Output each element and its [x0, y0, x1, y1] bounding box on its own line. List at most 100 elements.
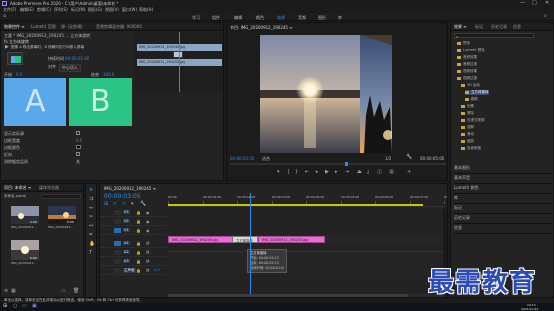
- program-video-frame[interactable]: [260, 35, 392, 153]
- effects-tree-item[interactable]: 滑动: [461, 132, 474, 137]
- track-header[interactable]: A2 🔒 M: [100, 249, 166, 257]
- side-panel-header[interactable]: 库: [454, 195, 552, 204]
- effects-tree-item[interactable]: 音频效果: [457, 55, 477, 60]
- track-target-toggle[interactable]: [114, 250, 121, 255]
- side-panel-header[interactable]: 基本声音: [454, 175, 552, 184]
- eye-icon[interactable]: ◉: [146, 219, 150, 224]
- effects-tree-item[interactable]: 沉浸式视频: [461, 118, 485, 123]
- tile-b[interactable]: B: [69, 78, 132, 126]
- start-value[interactable]: 0.0: [16, 72, 22, 77]
- timeline-transition[interactable]: 立方体旋转: [232, 236, 258, 243]
- taskbar-taskview-icon[interactable]: ▭: [22, 304, 27, 309]
- track-target-toggle[interactable]: [114, 241, 121, 246]
- track-header[interactable]: A3 🔒 M: [100, 258, 166, 266]
- tab-history[interactable]: 历史记录: [491, 24, 507, 30]
- side-panel-header[interactable]: 基本图形: [454, 165, 552, 174]
- step-back-icon[interactable]: ◂: [315, 170, 318, 175]
- work-area-bar[interactable]: [168, 204, 423, 206]
- tab-lumetri-scopes[interactable]: Lumetri 范围: [31, 24, 56, 30]
- tab-media-browser[interactable]: 媒体浏览器: [39, 185, 59, 191]
- workspace-effects[interactable]: 效果: [277, 15, 285, 21]
- step-forward-icon[interactable]: ▸: [335, 170, 338, 175]
- end-value[interactable]: 100.0: [103, 72, 114, 77]
- effects-search-input[interactable]: ⌕: [454, 33, 534, 39]
- mark-out-icon[interactable]: }: [295, 170, 298, 175]
- program-scrub-bar[interactable]: [230, 162, 446, 166]
- mini-transition[interactable]: [173, 51, 183, 58]
- side-panel-header[interactable]: 信息: [454, 225, 552, 234]
- program-fit-dropdown[interactable]: 适合: [262, 156, 270, 162]
- export-frame-icon[interactable]: ◫: [377, 170, 382, 175]
- effects-tree-item[interactable]: 擦除: [461, 111, 474, 116]
- program-playhead-marker[interactable]: [345, 162, 348, 166]
- timeline-timecode[interactable]: 00:00:03:05: [104, 193, 141, 200]
- workspace-graphics[interactable]: 图形: [318, 15, 326, 21]
- pen-tool-icon[interactable]: ✒: [89, 233, 93, 238]
- antialias-dropdown[interactable]: 关: [76, 159, 80, 165]
- tab-markers[interactable]: 标记: [475, 24, 483, 30]
- border-color-swatch[interactable]: [76, 145, 81, 149]
- list-view-icon[interactable]: ≡: [4, 289, 8, 294]
- track-target-toggle[interactable]: [114, 210, 121, 215]
- duration-value[interactable]: 00:00:01:00: [65, 56, 89, 61]
- effects-tree-item[interactable]: 缩放: [461, 139, 474, 144]
- workspace-libraries[interactable]: 库: [338, 15, 342, 21]
- insert-nest-icon[interactable]: ⊞: [104, 202, 108, 207]
- mark-in-icon[interactable]: {: [287, 170, 290, 175]
- track-header[interactable]: V3 🔒 ◉: [100, 209, 166, 217]
- lift-icon[interactable]: ⏏: [357, 170, 362, 175]
- effects-tree-item[interactable]: 立方体旋转: [465, 90, 489, 95]
- track-header[interactable]: A1 🔒 M: [100, 240, 166, 248]
- lock-icon[interactable]: 🔒: [136, 268, 141, 273]
- reverse-checkbox[interactable]: [76, 152, 80, 156]
- go-to-in-icon[interactable]: ⇤: [305, 170, 309, 175]
- add-marker-timeline-icon[interactable]: ▾: [131, 202, 134, 207]
- taskbar-search-icon[interactable]: ○: [13, 304, 17, 309]
- align-dropdown[interactable]: 中心切入: [59, 64, 81, 72]
- linked-selection-icon[interactable]: ⊂: [122, 202, 126, 207]
- mute-icon[interactable]: M: [146, 250, 149, 255]
- add-marker-icon[interactable]: ▾: [277, 170, 280, 175]
- tab-audio-mixer[interactable]: 音频剪辑混合器: 000000: [96, 24, 142, 30]
- workspace-color[interactable]: 颜色: [256, 15, 264, 21]
- track-header[interactable]: V2 🔒 ◉: [100, 218, 166, 226]
- timeline-horizontal-scrollbar[interactable]: [168, 294, 444, 297]
- search-icon[interactable]: ⌕: [544, 14, 547, 19]
- effects-tree-item[interactable]: Lumetri 预设: [457, 48, 485, 53]
- effects-tree-item[interactable]: 页面剥落: [461, 146, 481, 151]
- effects-tree-item[interactable]: 溶解: [461, 125, 474, 130]
- workspace-assembly[interactable]: 组件: [212, 15, 220, 21]
- mute-icon[interactable]: M: [146, 268, 149, 273]
- track-target-toggle[interactable]: [114, 219, 121, 224]
- effects-tree-item[interactable]: 3D 运动: [461, 83, 480, 88]
- track-header[interactable]: 主声道 🔒 M 0.0: [100, 267, 166, 275]
- tab-effect-controls[interactable]: 效果控件 ≡: [4, 24, 25, 30]
- lock-icon[interactable]: 🔒: [136, 250, 141, 255]
- wrench-icon[interactable]: 🔧: [406, 155, 412, 160]
- icon-view-icon[interactable]: ▦: [11, 289, 16, 294]
- lock-icon[interactable]: 🔒: [136, 259, 141, 264]
- scrollbar-thumb[interactable]: [168, 294, 408, 297]
- timeline-settings-icon[interactable]: 🔧: [140, 202, 146, 207]
- track-select-icon[interactable]: ⇉: [89, 197, 93, 202]
- snap-icon[interactable]: ∩: [113, 202, 117, 207]
- project-search-input[interactable]: [41, 194, 81, 199]
- track-target-toggle[interactable]: [114, 259, 121, 264]
- slip-tool-icon[interactable]: ↔: [89, 224, 93, 229]
- eye-icon[interactable]: ◉: [146, 228, 150, 233]
- comparison-view-icon[interactable]: ▥: [389, 170, 394, 175]
- workspace-audio[interactable]: 音频: [298, 15, 306, 21]
- effects-tree-item[interactable]: 预设: [457, 41, 470, 46]
- show-actual-checkbox[interactable]: [76, 131, 80, 135]
- delete-icon[interactable]: 🗑: [73, 289, 79, 294]
- effects-tree-item[interactable]: 划像: [461, 104, 474, 109]
- settings-plus-icon[interactable]: +: [407, 170, 411, 175]
- track-target-toggle[interactable]: [114, 268, 121, 273]
- lock-icon[interactable]: 🔒: [136, 210, 141, 215]
- lock-icon[interactable]: 🔒: [136, 241, 141, 246]
- timeline-sequence-tab[interactable]: IMG_20200912_190245 ≡: [104, 186, 156, 191]
- tab-source[interactable]: 源: (无剪辑): [61, 24, 83, 30]
- play-icon[interactable]: ▶: [325, 170, 329, 175]
- timeline-clip-2[interactable]: IMG_20200912_190253.jpg: [258, 236, 325, 243]
- tab-info[interactable]: 信息: [513, 24, 521, 30]
